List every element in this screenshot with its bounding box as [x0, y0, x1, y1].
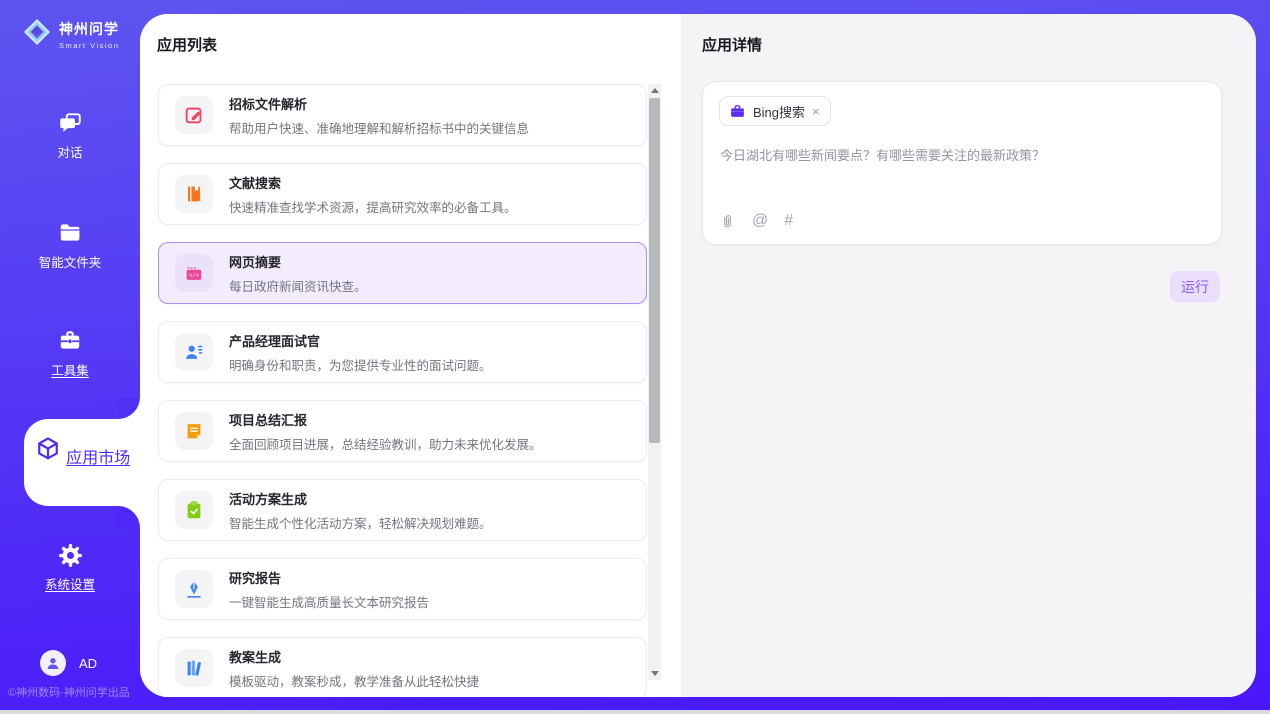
app-card-title: 文献搜索: [229, 173, 517, 192]
app-card-bid-doc-analysis[interactable]: 招标文件解析 帮助用户快速、准确地理解和解析招标书中的关键信息: [158, 84, 647, 146]
tool-tag-bing-search[interactable]: Bing搜索 ×: [719, 96, 831, 126]
user-account[interactable]: AD: [40, 650, 97, 676]
cube-icon: [34, 450, 66, 467]
close-icon[interactable]: ×: [812, 105, 820, 118]
report-icon: [175, 570, 213, 608]
paperclip-icon[interactable]: [719, 213, 736, 230]
app-card-research-report[interactable]: 研究报告 一键智能生成高质量长文本研究报告: [158, 558, 647, 620]
books-icon: [175, 649, 213, 687]
app-card-desc: 明确身份和职责，为您提供专业性的面试问题。: [229, 355, 492, 374]
brand-subtitle: Smart Vision: [59, 41, 119, 50]
chat-icon: [57, 110, 83, 136]
brand-name: 神州问学: [59, 19, 119, 39]
app-card-list: 招标文件解析 帮助用户快速、准确地理解和解析招标书中的关键信息 文献搜索 快速精…: [158, 84, 647, 697]
sidebar-item-label: 对话: [57, 146, 82, 160]
app-card-title: 项目总结汇报: [229, 410, 542, 429]
scroll-up-button[interactable]: [648, 84, 661, 97]
brand-diamond-logo-icon: [22, 17, 52, 52]
user-initials: AD: [79, 656, 97, 671]
hash-icon[interactable]: #: [784, 212, 793, 230]
app-card-webpage-summary[interactable]: </> 网页摘要 每日政府新闻资讯快查。: [158, 242, 647, 304]
interviewer-icon: [175, 333, 213, 371]
webpage-icon: </>: [175, 254, 213, 292]
app-card-title: 招标文件解析: [229, 94, 529, 113]
edit-icon: [175, 96, 213, 134]
scroll-up-arrow-icon: [651, 88, 659, 93]
app-card-desc: 快速精准查找学术资源，提高研究效率的必备工具。: [229, 197, 517, 216]
app-card-title: 网页摘要: [229, 252, 367, 271]
prompt-editor[interactable]: Bing搜索 × 今日湖北有哪些新闻要点？有哪些需要关注的最新政策？ @ #: [702, 81, 1222, 245]
sidebar: 神州问学 Smart Vision 对话 智能文件夹: [0, 0, 140, 714]
at-sign-icon[interactable]: @: [752, 212, 768, 230]
prompt-toolbar: @ #: [719, 212, 793, 230]
app-card-title: 活动方案生成: [229, 489, 492, 508]
app-list-title: 应用列表: [157, 34, 217, 55]
app-card-pm-interviewer[interactable]: 产品经理面试官 明确身份和职责，为您提供专业性的面试问题。: [158, 321, 647, 383]
app-card-desc: 帮助用户快速、准确地理解和解析招标书中的关键信息: [229, 118, 529, 137]
app-card-desc: 智能生成个性化活动方案，轻松解决规划难题。: [229, 513, 492, 532]
app-card-title: 研究报告: [229, 568, 429, 587]
app-card-desc: 每日政府新闻资讯快查。: [229, 276, 367, 295]
app-card-lesson-plan[interactable]: 教案生成 模板驱动，教案秒成，教学准备从此轻松快捷: [158, 637, 647, 697]
briefcase-icon: [729, 103, 746, 120]
gear-icon: [57, 542, 83, 568]
app-card-project-summary[interactable]: 项目总结汇报 全面回顾项目进展，总结经验教训，助力未来优化发展。: [158, 400, 647, 462]
run-button[interactable]: 运行: [1170, 271, 1220, 302]
brand: 神州问学 Smart Vision: [22, 17, 119, 52]
sidebar-item-settings[interactable]: 系统设置: [0, 542, 140, 594]
app-card-desc: 全面回顾项目进展，总结经验教训，助力未来优化发展。: [229, 434, 542, 453]
app-list-scrollbar[interactable]: [648, 84, 661, 680]
app-list-panel: 应用列表 招标文件解析 帮助用户快速、准确地理解和解析招标书中的关键信息: [140, 14, 681, 697]
svg-text:</>: </>: [189, 272, 199, 279]
folder-icon: [57, 220, 83, 246]
sidebar-item-smart-folder[interactable]: 智能文件夹: [0, 220, 140, 272]
sidebar-item-label: 应用市场: [66, 450, 130, 467]
app-card-desc: 模板驱动，教案秒成，教学准备从此轻松快捷: [229, 671, 479, 690]
app-detail-title: 应用详情: [702, 34, 762, 55]
app-detail-panel: 应用详情 Bing搜索 × 今日湖北有哪些新闻要点？有哪些需要关注的最新政策？: [681, 14, 1256, 697]
sidebar-item-label: 工具集: [51, 364, 89, 378]
active-notch-bottom: [118, 506, 140, 528]
book-icon: [175, 175, 213, 213]
sidebar-item-chat[interactable]: 对话: [0, 110, 140, 162]
tool-tag-label: Bing搜索: [753, 102, 805, 121]
note-icon: [175, 412, 213, 450]
sidebar-item-app-market[interactable]: 应用市场: [24, 419, 140, 506]
app-card-literature-search[interactable]: 文献搜索 快速精准查找学术资源，提高研究效率的必备工具。: [158, 163, 647, 225]
content-panel: 应用列表 招标文件解析 帮助用户快速、准确地理解和解析招标书中的关键信息: [140, 14, 1256, 697]
active-notch-top: [118, 397, 140, 419]
app-card-title: 教案生成: [229, 647, 479, 666]
sidebar-item-label: 系统设置: [45, 578, 95, 592]
bottom-edge: [0, 710, 1270, 714]
scroll-down-arrow-icon: [651, 671, 659, 676]
sidebar-item-label: 智能文件夹: [39, 256, 102, 270]
copyright-footer: ©神州数码·神州问学出品: [8, 684, 130, 700]
toolbox-icon: [57, 328, 83, 354]
scroll-down-button[interactable]: [648, 667, 661, 680]
clipboard-icon: [175, 491, 213, 529]
avatar: [40, 650, 66, 676]
sidebar-item-toolset[interactable]: 工具集: [0, 328, 140, 380]
prompt-input[interactable]: 今日湖北有哪些新闻要点？有哪些需要关注的最新政策？: [720, 145, 1205, 164]
app-card-event-plan[interactable]: 活动方案生成 智能生成个性化活动方案，轻松解决规划难题。: [158, 479, 647, 541]
app-card-desc: 一键智能生成高质量长文本研究报告: [229, 592, 429, 611]
app-card-title: 产品经理面试官: [229, 331, 492, 350]
scrollbar-thumb[interactable]: [649, 98, 660, 443]
